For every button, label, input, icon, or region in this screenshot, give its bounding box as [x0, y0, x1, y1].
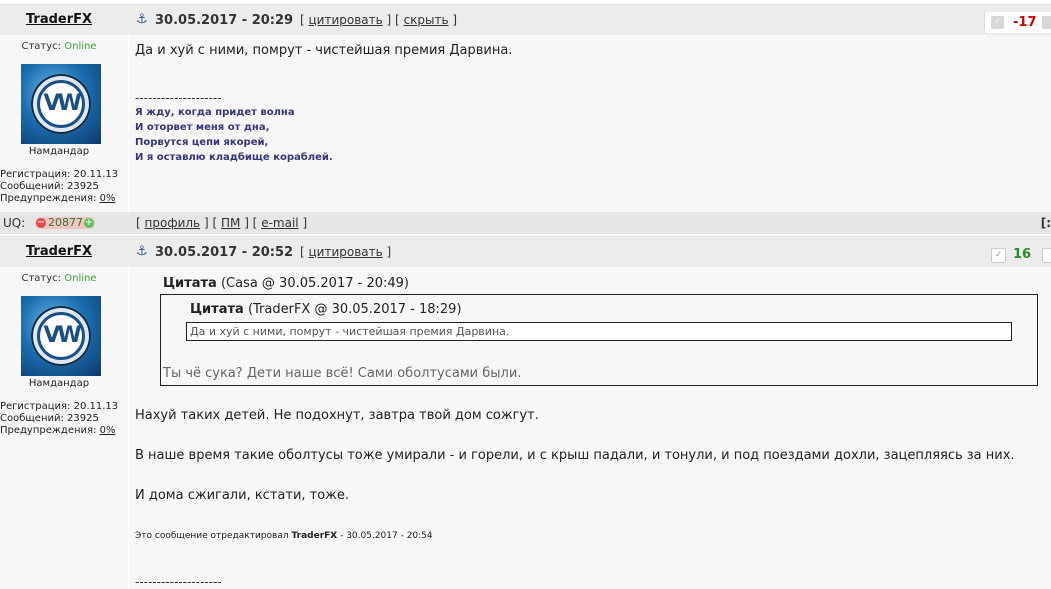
anchor-icon[interactable]: ⚓ — [136, 12, 148, 27]
author-status: Статус: Online — [0, 41, 118, 52]
author-link[interactable]: TraderFX — [26, 244, 92, 259]
quote-outer-text: Ты чё сука? Дети наше всё! Сами оболтуса… — [163, 366, 522, 381]
post-text: Да и хуй с ними, помрут - чистейшая прем… — [135, 43, 513, 58]
signature: Я жду, когда придет волна И оторвет меня… — [135, 105, 333, 165]
quote-link[interactable]: цитировать — [309, 13, 383, 27]
uq-value: 20877 — [48, 216, 83, 229]
quote-source: (TraderFX @ 30.05.2017 - 18:29) — [247, 302, 462, 317]
warnings-link[interactable]: 0% — [100, 425, 116, 436]
avatar: VW — [21, 296, 101, 376]
anchor-icon[interactable]: ⚓ — [136, 244, 148, 259]
bracket: ] [ — [244, 216, 258, 230]
bracket: [ — [136, 216, 141, 230]
signature-separator: -------------------- — [135, 575, 222, 589]
thumb-icon[interactable]: ✓ — [991, 16, 1004, 29]
author-meta: Регистрация: 20.11.13 Сообщений: 23925 П… — [0, 401, 118, 437]
quote-label: Цитата — [163, 276, 217, 291]
rating-value: -17 — [1013, 15, 1037, 30]
warnings: Предупреждения: 0% — [0, 193, 118, 205]
warnings-label: Предупреждения: — [0, 425, 97, 436]
quote-inner-text: Да и хуй с ними, помрут - чистейшая прем… — [190, 325, 510, 338]
warnings-link[interactable]: 0% — [100, 193, 116, 204]
quote-link[interactable]: цитировать — [309, 245, 383, 259]
uq-badge: − 20877 + — [35, 217, 95, 229]
pm-link[interactable]: ПМ — [221, 216, 240, 230]
rating-value: 16 — [1013, 247, 1032, 262]
status-online: Online — [64, 41, 97, 52]
quote-source: (Casa @ 30.05.2017 - 20:49) — [220, 276, 409, 291]
author-status: Статус: Online — [0, 273, 118, 284]
footer-links: [ профиль ] [ ПМ ] [ e-mail ] — [136, 216, 307, 230]
signature-line: Я жду, когда придет волна — [135, 107, 295, 118]
edit-author: TraderFX — [291, 531, 338, 541]
post-footer: UQ: − 20877 + [ профиль ] [ ПМ ] [ e-mai… — [0, 212, 1051, 234]
post-date: 30.05.2017 - 20:52 — [155, 245, 294, 260]
author-sidebar: Статус: Online VW Намдандар Регистрация:… — [0, 35, 129, 212]
bracket: ] [ — [386, 13, 400, 27]
status-label: Статус: — [21, 41, 62, 52]
bracket: [ — [300, 245, 305, 259]
bracket: ] — [452, 13, 458, 27]
post-paragraph: В наше время такие оболтусы тоже умирали… — [135, 448, 1015, 463]
rating-box: ✓ -17 — [984, 12, 1051, 33]
post-author: TraderFX — [0, 12, 118, 27]
author-meta: Регистрация: 20.11.13 Сообщений: 23925 П… — [0, 169, 118, 205]
signature-line: Порвутся цепи якорей, — [135, 137, 269, 148]
author-rank: Намдандар — [28, 146, 90, 157]
warnings-label: Предупреждения: — [0, 193, 97, 204]
author-link[interactable]: TraderFX — [26, 12, 92, 27]
plus-icon[interactable]: + — [84, 218, 94, 228]
quote-outer-header: Цитата (Casa @ 30.05.2017 - 20:49) — [163, 276, 409, 291]
post-author: TraderFX — [0, 244, 118, 259]
rate-button-icon[interactable] — [1042, 248, 1051, 263]
status-label: Статус: — [21, 273, 62, 284]
avatar: VW — [21, 64, 101, 144]
quote-inner-box: Да и хуй с ними, помрут - чистейшая прем… — [186, 322, 1012, 341]
bracket: ] — [302, 216, 308, 230]
uq-label: UQ: — [3, 216, 26, 230]
post-date: 30.05.2017 - 20:29 — [155, 13, 294, 28]
post-actions: [ цитировать ] — [300, 245, 391, 259]
post-actions: [ цитировать ] [ скрыть ] — [300, 13, 457, 27]
post-paragraph: И дома сжигали, кстати, тоже. — [135, 488, 350, 503]
signature-line: И я оставлю кладбище кораблей. — [135, 152, 333, 163]
author-rank: Намдандар — [28, 378, 90, 389]
edit-note: Это сообщение отредактировал TraderFX - … — [135, 531, 433, 541]
profile-link[interactable]: профиль — [145, 216, 201, 230]
signature-separator: -------------------- — [135, 91, 222, 105]
bracket: ] [ — [203, 216, 218, 230]
vw-logo-icon: VW — [31, 74, 91, 134]
rate-button-icon[interactable] — [1042, 16, 1051, 29]
status-online: Online — [64, 273, 97, 284]
minus-icon[interactable]: − — [36, 218, 46, 228]
edit-prefix: Это сообщение отредактировал — [135, 531, 289, 541]
footer-edge-link[interactable]: [: — [1041, 216, 1051, 230]
post-body: Статус: Online VW Намдандар Регистрация:… — [0, 35, 1051, 212]
edit-date: - 30.05.2017 - 20:54 — [340, 531, 433, 541]
post-paragraph: Нахуй таких детей. Не подохнут, завтра т… — [135, 408, 539, 423]
warnings: Предупреждения: 0% — [0, 425, 118, 437]
quote-inner-header: Цитата (TraderFX @ 30.05.2017 - 18:29) — [190, 302, 462, 317]
bracket: ] — [386, 245, 392, 259]
thumb-icon[interactable]: ✓ — [991, 248, 1006, 263]
post-header: TraderFX ⚓ 30.05.2017 - 20:29 [ цитирова… — [0, 4, 1051, 35]
quote-label: Цитата — [190, 302, 244, 317]
bracket: [ — [300, 13, 305, 27]
rating-box: ✓ 16 — [985, 244, 1051, 265]
reg-date: Регистрация: 20.11.13 — [0, 401, 119, 412]
author-sidebar: Статус: Online VW Намдандар Регистрация:… — [0, 267, 129, 589]
email-link[interactable]: e-mail — [261, 216, 298, 230]
hide-link[interactable]: скрыть — [404, 13, 449, 27]
reg-date: Регистрация: 20.11.13 — [0, 169, 119, 180]
signature-line: И оторвет меня от дна, — [135, 122, 270, 133]
vw-logo-icon: VW — [31, 306, 91, 366]
post-header: TraderFX ⚓ 30.05.2017 - 20:52 [ цитирова… — [0, 236, 1051, 267]
message-count: Сообщений: 23925 — [0, 413, 99, 424]
message-count: Сообщений: 23925 — [0, 181, 99, 192]
